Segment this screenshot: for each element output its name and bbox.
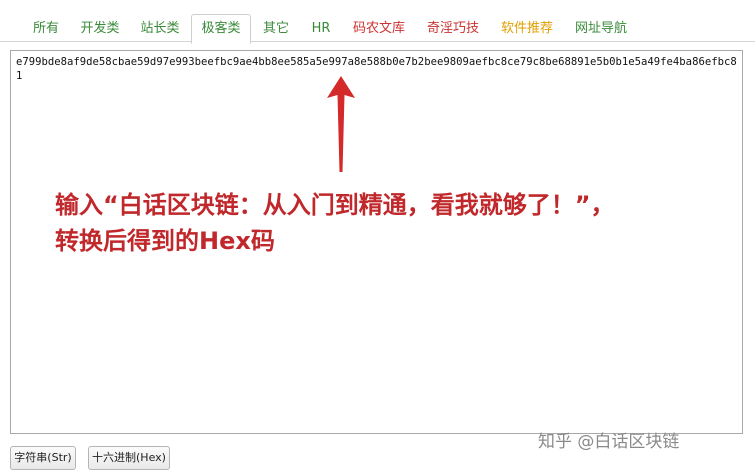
tab-dev[interactable]: 开发类 xyxy=(70,16,130,42)
annotation-text: 输入“白话区块链：从入门到精通，看我就够了！”， 转换后得到的Hex码 xyxy=(55,187,745,259)
hex-output-text: e799bde8af9de58cbae59d97e993beefbc9ae4bb… xyxy=(16,56,737,82)
tab-coder-library[interactable]: 码农文库 xyxy=(342,16,416,42)
tab-bar: 所有 开发类 站长类 极客类 其它 HR 码农文库 奇淫巧技 软件推荐 网址导航 xyxy=(0,0,755,44)
tab-all[interactable]: 所有 xyxy=(22,16,70,42)
zhihu-watermark: 知乎 @白话区块链 xyxy=(538,432,680,452)
tab-software[interactable]: 软件推荐 xyxy=(490,16,564,42)
tab-geek[interactable]: 极客类 xyxy=(191,14,251,44)
annotation-line-1: 输入“白话区块链：从入门到精通，看我就够了！”， xyxy=(55,191,615,219)
tab-hr[interactable]: HR xyxy=(300,16,342,42)
tab-navigation[interactable]: 网址导航 xyxy=(564,16,638,42)
tab-other[interactable]: 其它 xyxy=(252,16,300,42)
to-string-button[interactable]: 字符串(Str) xyxy=(10,446,76,470)
tab-webmaster[interactable]: 站长类 xyxy=(130,16,190,42)
tab-tricks[interactable]: 奇淫巧技 xyxy=(416,16,490,42)
to-hex-button[interactable]: 十六进制(Hex) xyxy=(88,446,170,470)
annotation-line-2: 转换后得到的Hex码 xyxy=(55,227,275,255)
red-arrow-up-icon xyxy=(327,76,355,172)
